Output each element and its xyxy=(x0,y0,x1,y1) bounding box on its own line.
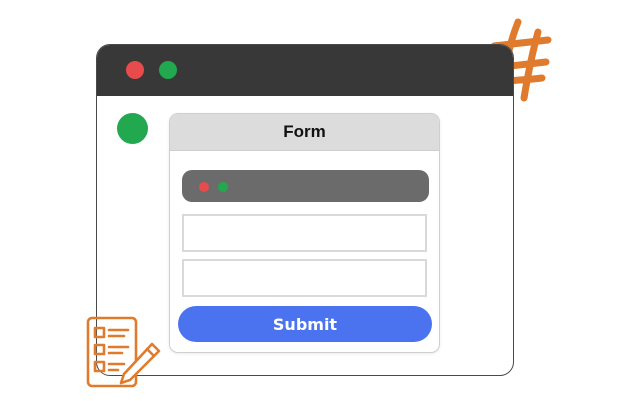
submit-button[interactable]: Submit xyxy=(178,306,432,342)
form-card: Form Submit xyxy=(169,113,440,353)
mini-close-dot xyxy=(199,182,209,192)
form-title: Form xyxy=(170,114,439,151)
form-field-1[interactable] xyxy=(182,214,427,252)
checklist-pencil-icon xyxy=(86,316,161,388)
mini-maximize-dot xyxy=(218,182,228,192)
window-close-button[interactable] xyxy=(126,61,144,79)
status-indicator xyxy=(117,113,148,144)
window-titlebar xyxy=(97,45,513,96)
mini-window-bar xyxy=(182,170,429,202)
window-maximize-button[interactable] xyxy=(159,61,177,79)
form-field-2[interactable] xyxy=(182,259,427,297)
